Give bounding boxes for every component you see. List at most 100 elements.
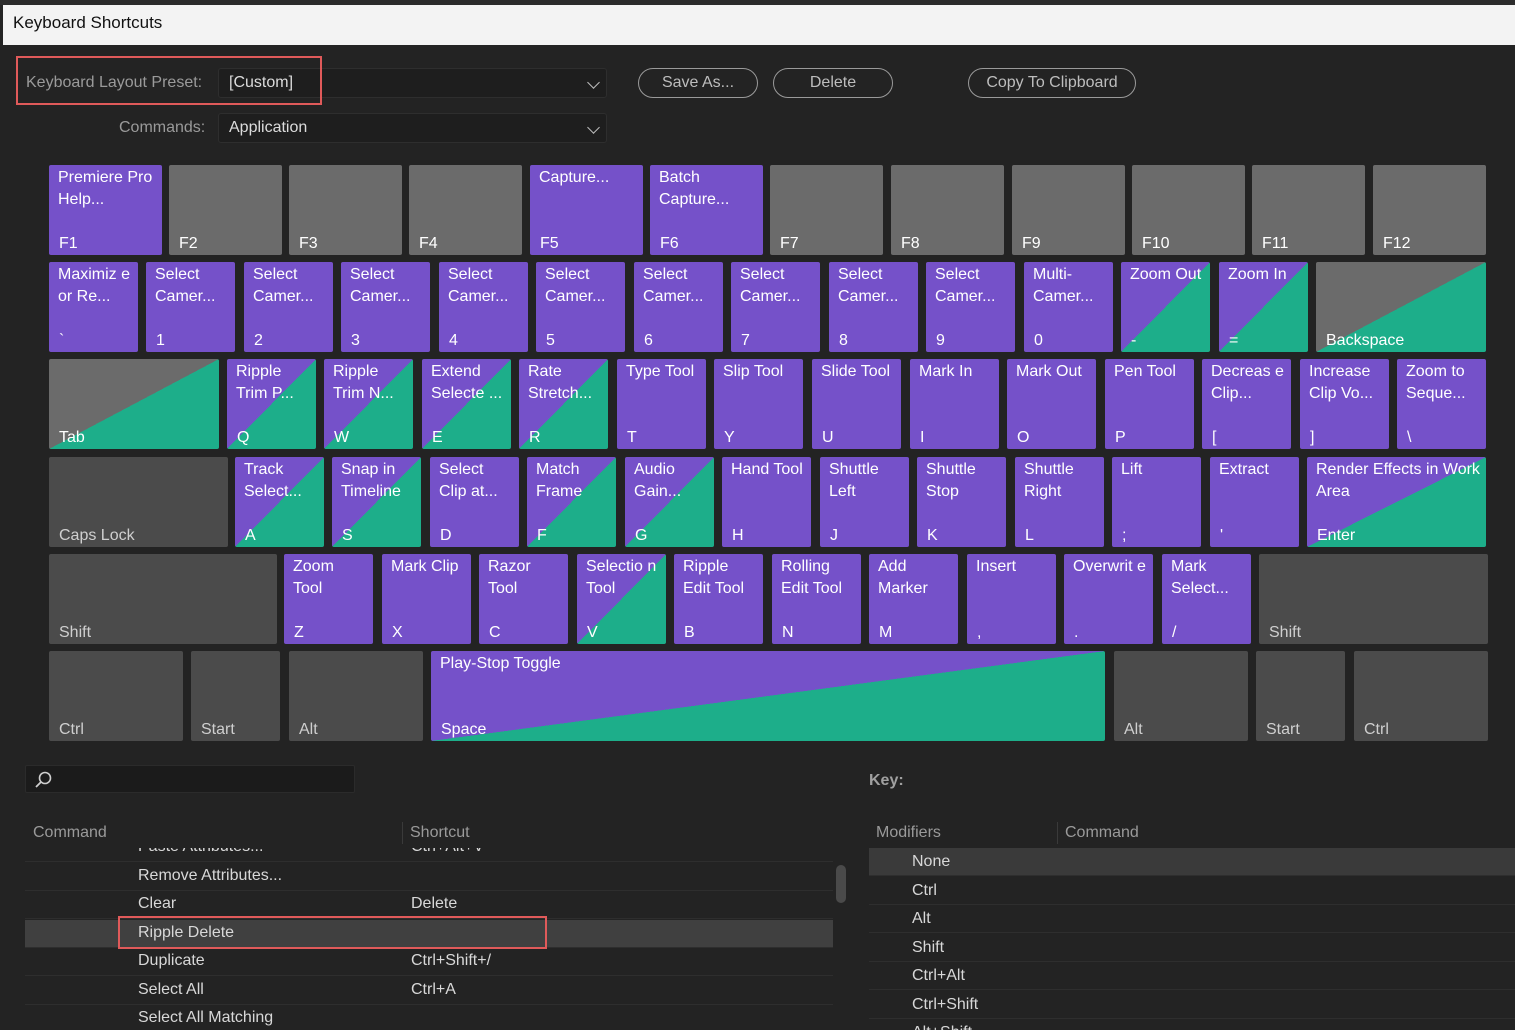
key-ctrl-r5[interactable]: Ctrl	[49, 651, 183, 741]
key-y-r2[interactable]: Slip Tool Y	[714, 359, 803, 449]
commands-dropdown[interactable]: Application	[218, 113, 607, 143]
key-v-r4[interactable]: Selectio n Tool V	[577, 554, 666, 644]
key-f6-r0[interactable]: Batch Capture... F6	[650, 165, 763, 255]
key-p-r2[interactable]: Pen Tool P	[1105, 359, 1194, 449]
key-start-r5[interactable]: Start	[1256, 651, 1345, 741]
key-5-r1[interactable]: Select Camer... 5	[536, 262, 625, 352]
key-2-r1[interactable]: Select Camer... 2	[244, 262, 333, 352]
key-f4-r0[interactable]: F4	[409, 165, 522, 255]
key-o-r2[interactable]: Mark Out O	[1007, 359, 1096, 449]
table-row[interactable]: Duplicate Ctrl+Shift+/	[25, 948, 833, 976]
key-f5-r0[interactable]: Capture... F5	[530, 165, 643, 255]
search-input[interactable]	[25, 765, 355, 793]
table-row[interactable]: Select All Ctrl+A	[25, 977, 833, 1005]
key-d-r3[interactable]: Select Clip at... D	[430, 457, 519, 547]
key-l-r3[interactable]: Shuttle Right L	[1015, 457, 1104, 547]
key-1-r1[interactable]: Select Camer... 1	[146, 262, 235, 352]
table-row[interactable]: Select All Matching	[25, 1005, 833, 1030]
key-f8-r0[interactable]: F8	[891, 165, 1004, 255]
key-x-r4[interactable]: Mark Clip X	[382, 554, 471, 644]
key-shift-r4[interactable]: Shift	[49, 554, 277, 644]
copy-to-clipboard-button[interactable]: Copy To Clipboard	[968, 68, 1136, 98]
shortcut-cell[interactable]: Ctrl+A	[411, 981, 456, 999]
key-sym11-r1[interactable]: Zoom Out -	[1121, 262, 1210, 352]
key-j-r3[interactable]: Shuttle Left J	[820, 457, 909, 547]
delete-button[interactable]: Delete	[773, 68, 893, 98]
key-z-r4[interactable]: Zoom Tool Z	[284, 554, 373, 644]
key-s-r3[interactable]: Snap in Timeline S	[332, 457, 421, 547]
key-capslock-r3[interactable]: Caps Lock	[49, 457, 228, 547]
key-b-r4[interactable]: Ripple Edit Tool B	[674, 554, 763, 644]
modifier-row[interactable]: None	[869, 848, 1515, 876]
save-as-button[interactable]: Save As...	[638, 68, 758, 98]
key-f9-r0[interactable]: F9	[1012, 165, 1125, 255]
key-space-r5[interactable]: Play-Stop Toggle Space	[431, 651, 1105, 741]
key-backspace-r1[interactable]: Backspace	[1316, 262, 1486, 352]
key-4-r1[interactable]: Select Camer... 4	[439, 262, 528, 352]
key-f11-r0[interactable]: F11	[1252, 165, 1365, 255]
modifiers-column-header[interactable]: Modifiers	[876, 824, 941, 842]
key-u-r2[interactable]: Slide Tool U	[812, 359, 901, 449]
modifier-row[interactable]: Alt	[869, 905, 1515, 933]
list-scrollbar[interactable]	[836, 865, 846, 903]
key-sym12-r2[interactable]: Increase Clip Vo...]	[1300, 359, 1389, 449]
key-sym10-r3[interactable]: Lift;	[1112, 457, 1201, 547]
table-row[interactable]: Remove Attributes...	[25, 863, 833, 891]
key-c-r4[interactable]: Razor Tool C	[479, 554, 568, 644]
shortcut-cell[interactable]: Ctrl+Shift+/	[411, 952, 491, 970]
table-row[interactable]: Clear Delete	[25, 891, 833, 919]
key-enter-r3[interactable]: Render Effects in Work Area Enter	[1307, 457, 1486, 547]
key-h-r3[interactable]: Hand Tool H	[722, 457, 811, 547]
key-sym9-r4[interactable]: Overwrit e.	[1064, 554, 1153, 644]
modifier-row[interactable]: Ctrl	[869, 877, 1515, 905]
key-8-r1[interactable]: Select Camer... 8	[829, 262, 918, 352]
key-alt-r5[interactable]: Alt	[289, 651, 423, 741]
key-g-r3[interactable]: Audio Gain... G	[625, 457, 714, 547]
table-row[interactable]: Paste Attributes... Ctrl+Alt+V	[25, 848, 833, 862]
key-0-r1[interactable]: Multi- Camer... 0	[1024, 262, 1113, 352]
key-tab-r2[interactable]: Tab	[49, 359, 219, 449]
key-k-r3[interactable]: Shuttle Stop K	[917, 457, 1006, 547]
modifier-row[interactable]: Ctrl+Alt	[869, 962, 1515, 990]
key-sym11-r3[interactable]: Extract '	[1210, 457, 1299, 547]
modifier-row[interactable]: Alt+Shift	[869, 1019, 1515, 1030]
key-f3-r0[interactable]: F3	[289, 165, 402, 255]
key-f2-r0[interactable]: F2	[169, 165, 282, 255]
key-3-r1[interactable]: Select Camer... 3	[341, 262, 430, 352]
key-sym12-r1[interactable]: Zoom In =	[1219, 262, 1308, 352]
key-command-column-header[interactable]: Command	[1065, 824, 1139, 842]
key-sym8-r4[interactable]: Insert,	[967, 554, 1056, 644]
modifier-row[interactable]: Shift	[869, 934, 1515, 962]
key-f-r3[interactable]: Match Frame F	[527, 457, 616, 547]
command-column-header[interactable]: Command	[33, 824, 107, 842]
shortcut-cell[interactable]: Ctrl+Alt+V	[411, 848, 484, 856]
key-i-r2[interactable]: Mark In I	[910, 359, 999, 449]
key-6-r1[interactable]: Select Camer... 6	[634, 262, 723, 352]
key-n-r4[interactable]: Rolling Edit Tool N	[772, 554, 861, 644]
key-sym0-r1[interactable]: Maximiz e or Re... `	[49, 262, 138, 352]
modifier-row[interactable]: Ctrl+Shift	[869, 991, 1515, 1019]
key-sym13-r2[interactable]: Zoom to Seque... \	[1397, 359, 1486, 449]
key-e-r2[interactable]: Extend Selecte ... E	[422, 359, 511, 449]
shortcut-cell[interactable]: Delete	[411, 895, 457, 913]
key-sym11-r2[interactable]: Decreas e Clip... [	[1202, 359, 1291, 449]
modifier-label: Shift	[912, 938, 945, 956]
key-t-r2[interactable]: Type Tool T	[617, 359, 706, 449]
key-start-r5[interactable]: Start	[191, 651, 280, 741]
key-ctrl-r5[interactable]: Ctrl	[1354, 651, 1488, 741]
key-a-r3[interactable]: Track Select... A	[235, 457, 324, 547]
key-f10-r0[interactable]: F10	[1132, 165, 1245, 255]
key-f1-r0[interactable]: Premiere Pro Help... F1	[49, 165, 162, 255]
shortcut-column-header[interactable]: Shortcut	[410, 824, 470, 842]
key-r-r2[interactable]: Rate Stretch... R	[519, 359, 608, 449]
key-q-r2[interactable]: Ripple Trim P... Q	[227, 359, 316, 449]
key-7-r1[interactable]: Select Camer... 7	[731, 262, 820, 352]
key-shift-r4[interactable]: Shift	[1259, 554, 1488, 644]
key-m-r4[interactable]: Add Marker M	[869, 554, 958, 644]
key-sym10-r4[interactable]: Mark Select... /	[1162, 554, 1251, 644]
key-f12-r0[interactable]: F12	[1373, 165, 1486, 255]
key-w-r2[interactable]: Ripple Trim N... W	[324, 359, 413, 449]
key-f7-r0[interactable]: F7	[770, 165, 883, 255]
key-9-r1[interactable]: Select Camer... 9	[926, 262, 1015, 352]
key-alt-r5[interactable]: Alt	[1114, 651, 1248, 741]
